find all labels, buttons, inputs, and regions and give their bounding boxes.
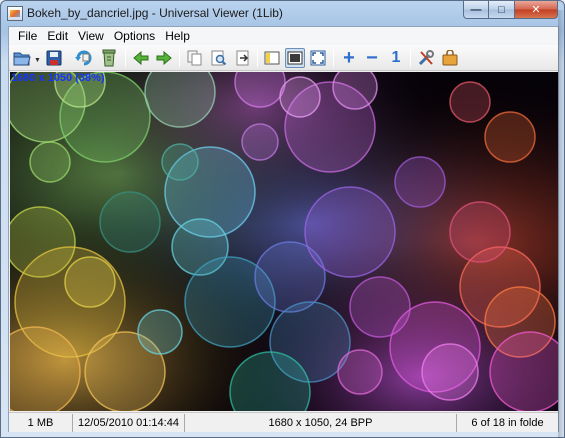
save-button[interactable] — [44, 48, 64, 68]
window-title: Bokeh_by_dancriel.jpg - Universal Viewer… — [27, 6, 283, 20]
toolbar-separator — [125, 49, 126, 67]
rotate-button[interactable] — [74, 48, 94, 68]
window-shadow — [558, 10, 565, 438]
status-file-size: 1 MB — [9, 414, 73, 432]
thumbnails-panel-icon — [264, 51, 280, 65]
bokeh-light-circle — [64, 256, 116, 308]
settings-button[interactable] — [416, 48, 436, 68]
close-icon: ✕ — [531, 4, 541, 16]
image-viewport[interactable]: 1680 x 1050 (38%) — [10, 72, 558, 411]
app-icon[interactable] — [7, 6, 23, 21]
open-folder-icon — [13, 52, 31, 66]
open-dropdown-arrow[interactable]: ▼ — [34, 57, 41, 64]
delete-button[interactable] — [99, 48, 119, 68]
previous-button[interactable] — [131, 48, 151, 68]
bokeh-light-circle — [394, 156, 446, 208]
bokeh-light-circle — [137, 309, 183, 355]
bokeh-light-circle — [449, 201, 511, 263]
actual-size-button[interactable]: 1 — [386, 48, 406, 68]
image-info-overlay: 1680 x 1050 (38%) — [11, 72, 105, 84]
bokeh-light-circle — [29, 141, 71, 183]
bokeh-light-circle — [304, 186, 396, 278]
menu-help[interactable]: Help — [160, 29, 195, 43]
recycle-bin-icon — [102, 49, 116, 67]
previous-arrow-icon — [133, 51, 149, 65]
bokeh-light-circle — [332, 72, 378, 110]
fullscreen-button[interactable] — [308, 48, 328, 68]
minimize-button[interactable]: — — [463, 1, 489, 19]
menu-view[interactable]: View — [73, 29, 109, 43]
bokeh-light-circle — [421, 343, 479, 401]
menu-file[interactable]: File — [13, 29, 42, 43]
zoom-out-button[interactable]: − — [362, 48, 382, 68]
minimize-icon: — — [470, 3, 482, 16]
status-bar: 1 MB 12/05/2010 01:14:44 1680 x 1050, 24… — [9, 412, 558, 432]
bokeh-light-circle — [161, 143, 199, 181]
status-dimensions: 1680 x 1050, 24 BPP — [185, 414, 457, 432]
next-button[interactable] — [154, 48, 174, 68]
caption-buttons: — □ ✕ — [463, 1, 558, 19]
bokeh-light-circle — [337, 349, 383, 395]
fit-window-icon — [287, 51, 303, 65]
maximize-icon: □ — [498, 3, 505, 16]
toolbar-separator — [333, 49, 334, 67]
next-arrow-icon — [156, 51, 172, 65]
menu-bar: File Edit View Options Help — [9, 27, 558, 45]
zoom-out-icon: − — [366, 47, 378, 69]
thumbnails-panel-button[interactable] — [262, 48, 282, 68]
open-button[interactable] — [12, 48, 32, 68]
print-preview-icon — [211, 50, 227, 66]
title-bar[interactable]: Bokeh_by_dancriel.jpg - Universal Viewer… — [1, 1, 564, 27]
maximize-button[interactable]: □ — [489, 1, 515, 19]
bokeh-light-circle — [241, 123, 279, 161]
plugins-button[interactable] — [440, 48, 460, 68]
copy-icon — [187, 50, 202, 66]
bokeh-light-circle — [449, 81, 491, 123]
actual-size-icon: 1 — [391, 49, 401, 66]
status-datetime: 12/05/2010 01:14:44 — [73, 414, 185, 432]
status-position: 6 of 18 in folde — [471, 417, 544, 429]
toolbar-separator — [410, 49, 411, 67]
fit-window-button[interactable] — [285, 48, 305, 68]
copy-button[interactable] — [185, 48, 205, 68]
menu-options[interactable]: Options — [109, 29, 160, 43]
settings-tools-icon — [418, 50, 434, 66]
fullscreen-icon — [310, 50, 326, 66]
toolbar-separator — [257, 49, 258, 67]
export-icon — [236, 50, 249, 66]
toolbar: ▼ + − 1 — [9, 45, 558, 71]
menu-edit[interactable]: Edit — [42, 29, 73, 43]
zoom-in-button[interactable]: + — [339, 48, 359, 68]
client-area: File Edit View Options Help ▼ + − 1 1680… — [8, 26, 559, 432]
rotate-icon — [75, 50, 92, 66]
shopping-bag-icon — [442, 50, 458, 66]
print-preview-button[interactable] — [209, 48, 229, 68]
export-button[interactable] — [233, 48, 253, 68]
bokeh-light-circle — [484, 111, 536, 163]
bokeh-light-circle — [99, 191, 161, 253]
zoom-in-icon: + — [343, 47, 355, 69]
bokeh-light-circle — [279, 76, 321, 118]
close-button[interactable]: ✕ — [515, 1, 558, 19]
save-icon — [46, 50, 62, 66]
app-window: Bokeh_by_dancriel.jpg - Universal Viewer… — [0, 0, 565, 438]
toolbar-separator — [179, 49, 180, 67]
bokeh-image — [10, 72, 558, 411]
